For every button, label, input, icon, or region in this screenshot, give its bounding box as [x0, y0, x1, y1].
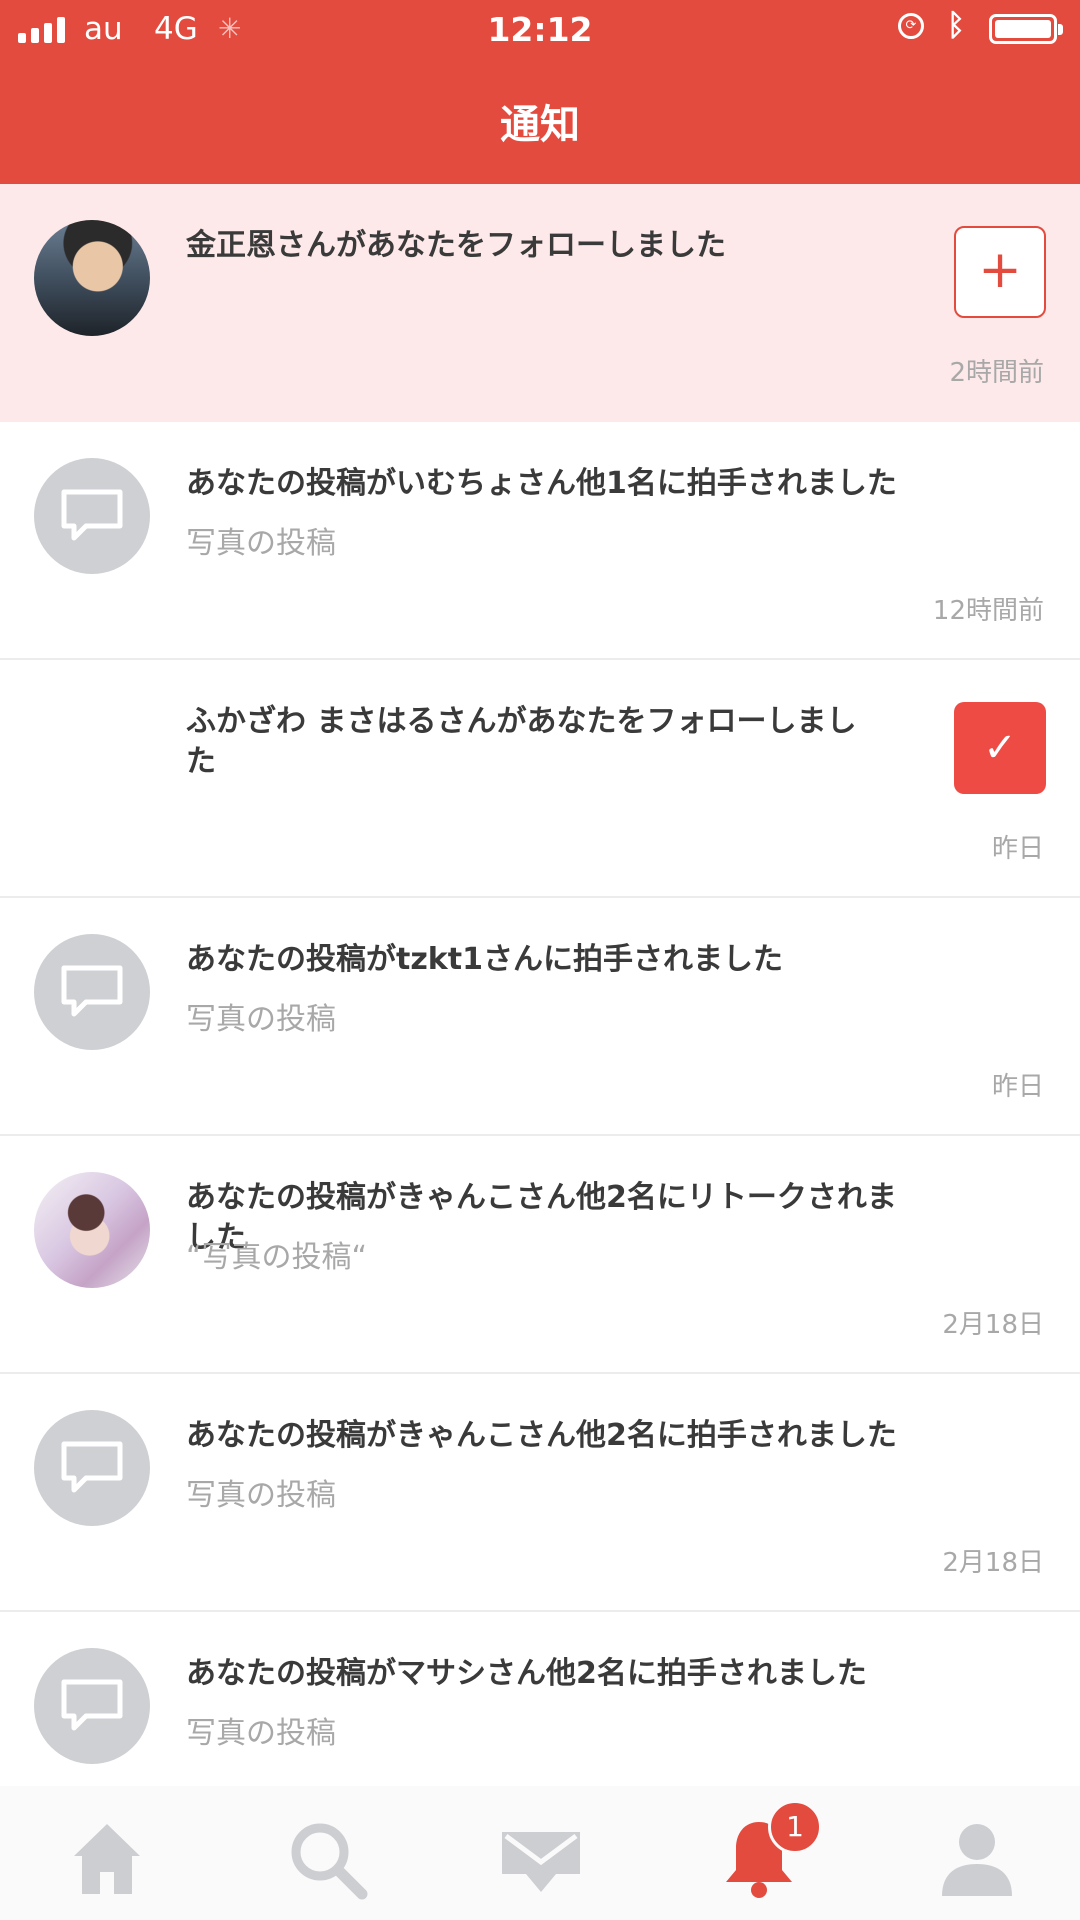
notification-message: あなたの投稿がマサシさん他2名に拍手されました	[186, 1656, 867, 1691]
notification-item[interactable]: あなたの投稿がマサシさん他2名に拍手されました 写真の投稿	[0, 1612, 1080, 1794]
notification-subtitle: 写真の投稿	[186, 1716, 336, 1751]
notification-list: 金正恩さんがあなたをフォローしました + 2時間前 あなたの投稿がいむちょさん他…	[0, 184, 1080, 1794]
notification-subtitle: “写真の投稿“	[186, 1240, 368, 1275]
notification-item[interactable]: 金正恩さんがあなたをフォローしました + 2時間前	[0, 184, 1080, 422]
search-icon[interactable]	[282, 1814, 372, 1904]
notification-subtitle: 写真の投稿	[186, 526, 336, 561]
notification-time: 昨日	[991, 1072, 1044, 1102]
notification-time: 2時間前	[949, 358, 1044, 388]
page-title: 通知	[500, 102, 580, 148]
notification-message: あなたの投稿がきゃんこさん他2名に拍手されました	[186, 1418, 897, 1453]
header-bar: au 4G ✳ 12:12 ⟳ ᛒ 通知	[0, 0, 1080, 184]
notification-time: 2月18日	[942, 1548, 1044, 1578]
notification-time: 2月18日	[942, 1310, 1044, 1340]
comment-icon	[34, 1410, 150, 1526]
bluetooth-icon: ᛒ	[947, 8, 965, 43]
user-icon[interactable]	[932, 1814, 1022, 1904]
notification-message: ふかざわ まさはるさんがあなたをフォローしました	[186, 704, 857, 779]
home-icon[interactable]	[62, 1814, 152, 1904]
notification-message: あなたの投稿がいむちょさん他1名に拍手されました	[186, 466, 897, 501]
notification-time: 12時間前	[932, 596, 1044, 626]
status-bar: au 4G ✳ 12:12 ⟳ ᛒ	[0, 0, 1080, 60]
notification-message: あなたの投稿がtzkt1さんに拍手されました	[186, 942, 783, 977]
notification-item[interactable]: あなたの投稿がいむちょさん他1名に拍手されました 写真の投稿 12時間前	[0, 422, 1080, 660]
following-button[interactable]: ✓	[954, 702, 1046, 794]
mail-icon[interactable]	[496, 1814, 586, 1904]
notification-item[interactable]: あなたの投稿がきゃんこさん他2名に拍手されました 写真の投稿 2月18日	[0, 1374, 1080, 1612]
notification-message: 金正恩さんがあなたをフォローしました	[186, 228, 726, 263]
notification-time: 昨日	[991, 834, 1044, 864]
follow-button[interactable]: +	[954, 226, 1046, 318]
notification-subtitle: 写真の投稿	[186, 1478, 336, 1513]
comment-icon	[34, 1648, 150, 1764]
notification-item[interactable]: あなたの投稿がtzkt1さんに拍手されました 写真の投稿 昨日	[0, 898, 1080, 1136]
comment-icon	[34, 934, 150, 1050]
battery-icon	[989, 14, 1063, 44]
notification-subtitle: 写真の投稿	[186, 1002, 336, 1037]
notification-item[interactable]: ふかざわ まさはるさんがあなたをフォローしました ✓ 昨日	[0, 660, 1080, 898]
rotation-lock-icon: ⟳	[898, 13, 924, 39]
tab-bar	[0, 1786, 1080, 1920]
avatar[interactable]	[34, 220, 150, 336]
notification-badge: 1	[768, 1800, 822, 1854]
avatar[interactable]	[34, 1172, 150, 1288]
comment-icon	[34, 458, 150, 574]
notification-item[interactable]: あなたの投稿がきゃんこさん他2名にリトークされました “写真の投稿“ 2月18日	[0, 1136, 1080, 1374]
